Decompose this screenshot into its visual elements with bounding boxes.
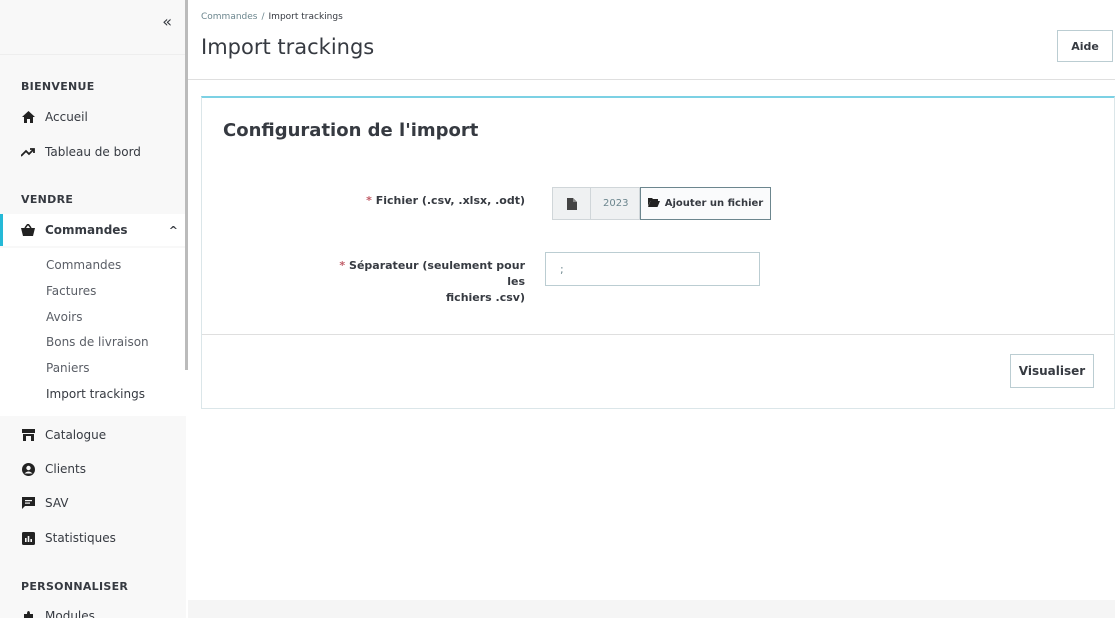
trending-up-icon [21, 145, 35, 159]
nav-item-label: Catalogue [45, 428, 107, 442]
nav-item-label: Modules [45, 609, 95, 618]
submenu-item-delivery-slips[interactable]: Bons de livraison [46, 335, 149, 349]
add-file-label: Ajouter un fichier [664, 198, 764, 209]
submenu-item-orders[interactable]: Commandes [46, 258, 121, 272]
nav-item-stats[interactable]: Statistiques [0, 522, 186, 554]
file-upload-group: 2023 Ajouter un fichier [552, 187, 771, 220]
file-label-text: Fichier (.csv, .xlsx, .odt) [375, 194, 525, 207]
submenu-item-carts[interactable]: Paniers [46, 361, 90, 375]
import-config-card: Configuration de l'import * Fichier (.cs… [201, 96, 1115, 409]
card-title: Configuration de l'import [223, 120, 479, 141]
card-footer-divider [202, 334, 1114, 335]
breadcrumb-separator: / [261, 12, 265, 22]
required-mark: * [339, 259, 346, 272]
breadcrumb-current: Import trackings [268, 12, 343, 22]
nav-item-sav[interactable]: SAV [0, 487, 186, 519]
nav-item-orders[interactable]: Commandes ^ [0, 214, 186, 246]
footer-strip [188, 600, 1115, 618]
page-header: Commandes / Import trackings Import tracki… [188, 0, 1115, 80]
main-content: Commandes / Import trackings Import tracki… [188, 0, 1115, 618]
nav-item-catalog[interactable]: Catalogue [0, 419, 186, 451]
page-title: Import trackings [201, 35, 375, 59]
submenu-item-invoices[interactable]: Factures [46, 284, 96, 298]
section-title-customize: PERSONNALISER [21, 580, 129, 593]
separator-field-label: * Séparateur (seulement pour les fichier… [322, 258, 525, 306]
sidebar: « BIENVENUE Accueil Tableau de bord VEND… [0, 0, 186, 618]
section-title-welcome: BIENVENUE [21, 80, 95, 93]
orders-submenu: Commandes Factures Avoirs Bons de livrai… [0, 248, 186, 416]
nav-item-clients[interactable]: Clients [0, 453, 186, 485]
submenu-item-import-trackings[interactable]: Import trackings [46, 387, 145, 401]
nav-item-modules[interactable]: Modules [0, 600, 186, 618]
collapse-sidebar-button[interactable]: « [162, 12, 172, 31]
separator-label-line1: Séparateur (seulement pour les [349, 259, 525, 288]
home-icon [21, 110, 35, 124]
required-mark: * [366, 194, 372, 207]
add-file-button[interactable]: Ajouter un fichier [640, 187, 771, 220]
separator-label-line2: fichiers .csv) [446, 291, 525, 304]
file-name-display: 2023 [590, 187, 640, 220]
nav-item-dashboard[interactable]: Tableau de bord [0, 136, 186, 168]
breadcrumb-link-orders[interactable]: Commandes [201, 12, 257, 22]
separator-input[interactable] [545, 252, 760, 286]
nav-item-label: SAV [45, 496, 69, 510]
nav-item-home[interactable]: Accueil [0, 101, 186, 133]
section-title-sell: VENDRE [21, 193, 74, 206]
store-icon [21, 428, 35, 442]
message-icon [21, 496, 35, 510]
chevron-up-icon: ^ [168, 223, 178, 237]
folder-open-icon [647, 197, 660, 210]
preview-button[interactable]: Visualiser [1010, 354, 1094, 388]
nav-item-label: Accueil [45, 110, 88, 124]
help-button[interactable]: Aide [1057, 30, 1113, 62]
nav-item-label: Tableau de bord [45, 145, 141, 159]
file-icon [552, 187, 590, 220]
bar-chart-icon [21, 531, 35, 545]
shopping-basket-icon [21, 223, 35, 237]
submenu-item-credit-slips[interactable]: Avoirs [46, 310, 82, 324]
nav-item-label: Clients [45, 462, 86, 476]
nav-item-label: Statistiques [45, 531, 116, 545]
sidebar-top: « [0, 0, 186, 55]
breadcrumb: Commandes / Import trackings [201, 12, 343, 22]
puzzle-icon [21, 609, 35, 618]
nav-item-label: Commandes [45, 223, 128, 237]
file-field-label: * Fichier (.csv, .xlsx, .odt) [322, 193, 525, 209]
user-circle-icon [21, 462, 35, 476]
